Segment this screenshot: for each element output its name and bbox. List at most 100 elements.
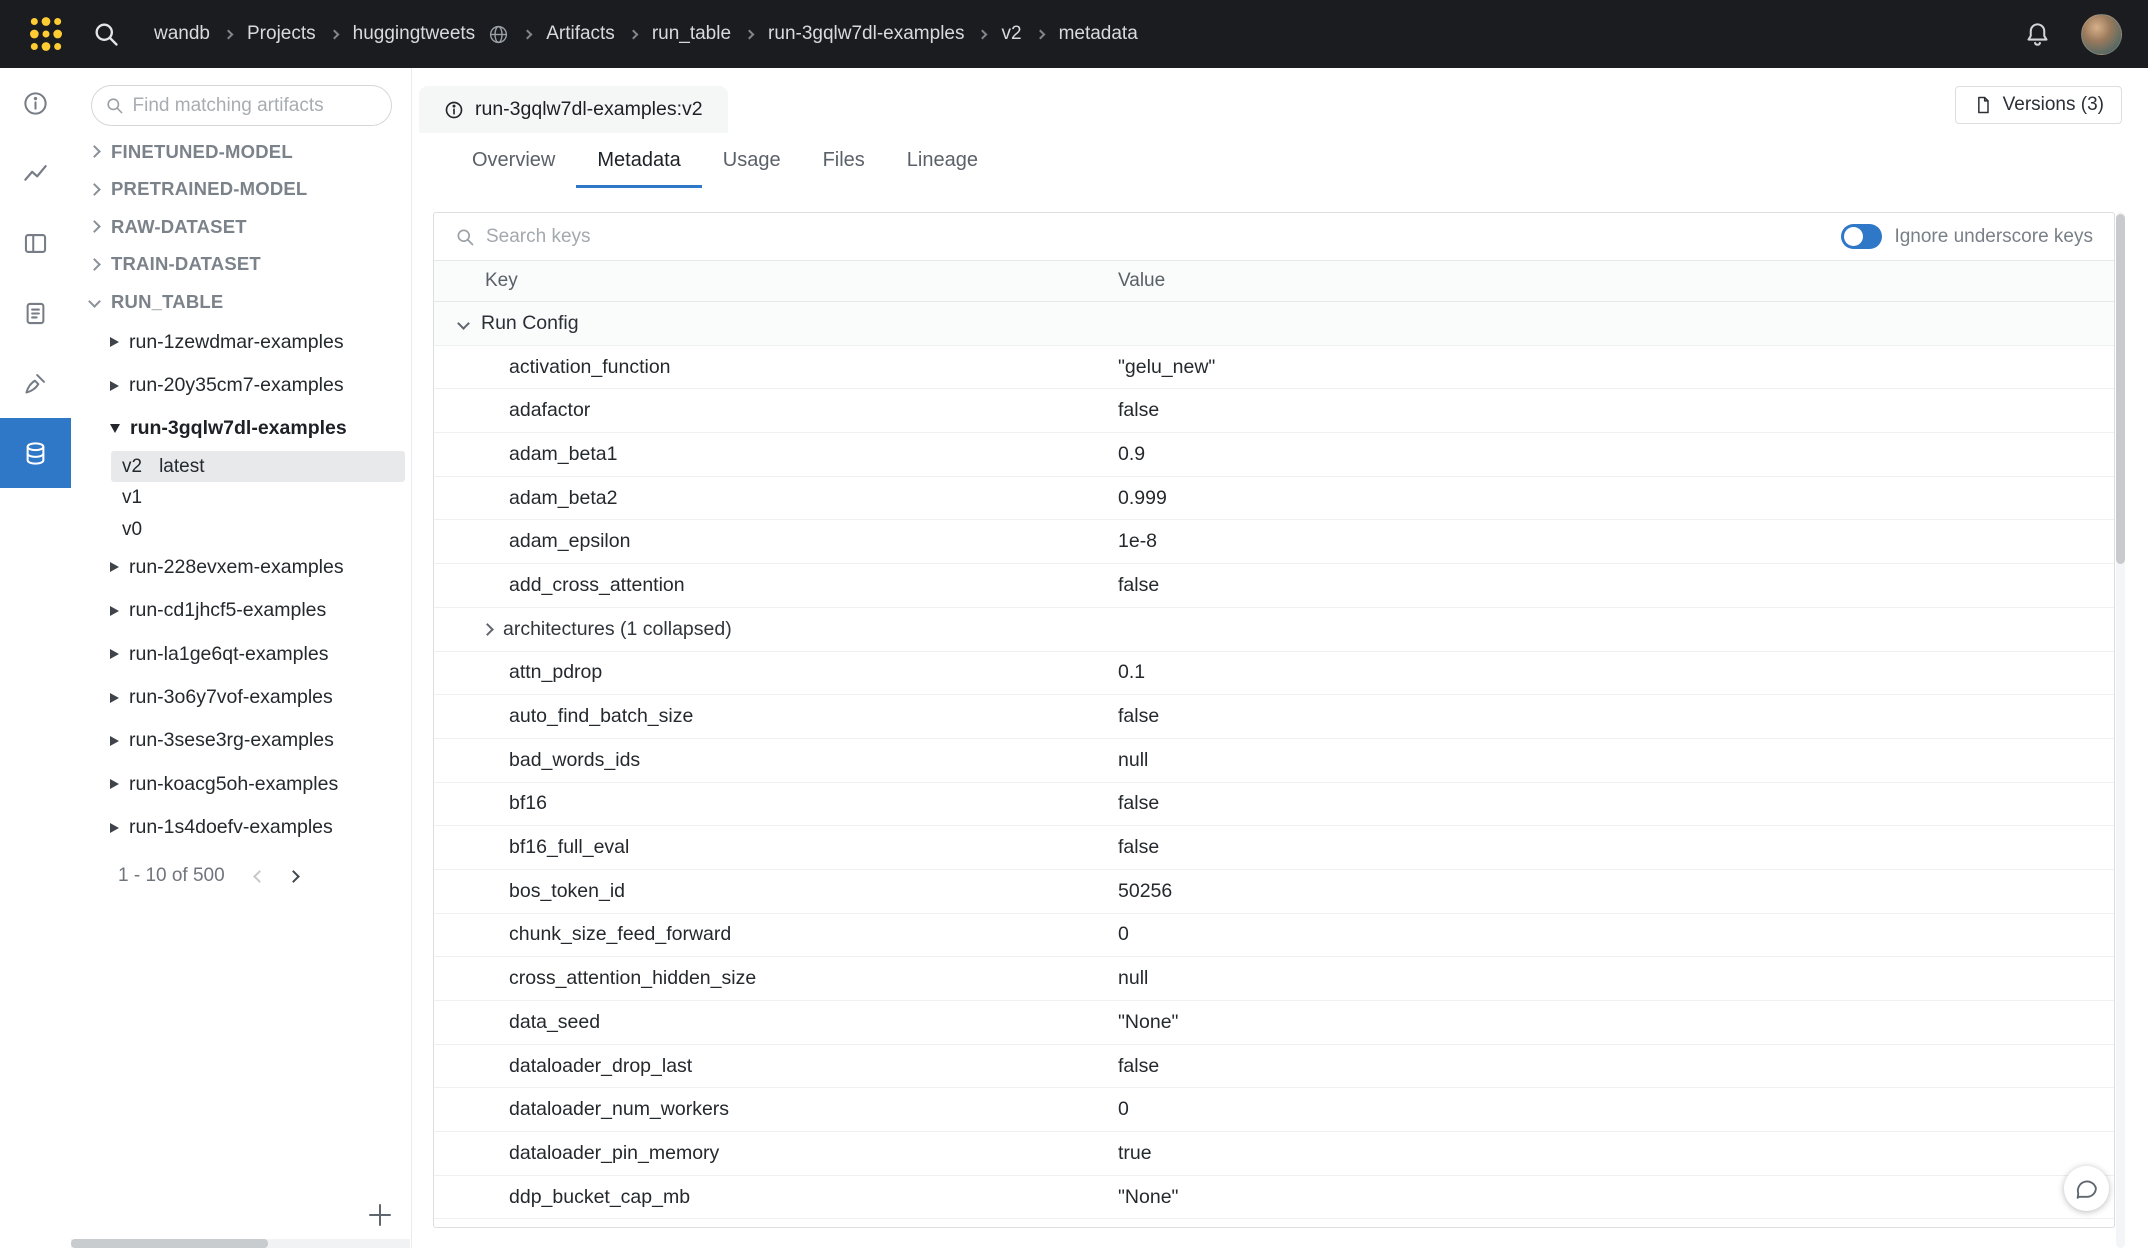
notifications-bell-icon[interactable]	[2024, 21, 2051, 48]
tree-group-run_table[interactable]: RUN_TABLE	[71, 283, 411, 321]
metadata-table-header: Key Value	[434, 260, 2114, 302]
key-cell: adafactor	[434, 399, 1118, 422]
tree-item-run[interactable]: run-228evxem-examples	[71, 546, 411, 589]
pagination-prev-icon[interactable]	[247, 863, 273, 889]
table-row[interactable]: bf16false	[434, 783, 2114, 827]
collapsed-key-cell: architectures (1 collapsed)	[434, 618, 1118, 641]
breadcrumb-item[interactable]: v2	[1001, 23, 1021, 45]
sweeps-icon	[22, 370, 49, 397]
breadcrumb-item[interactable]: run_table	[652, 23, 731, 45]
table-row[interactable]: bos_token_id50256	[434, 870, 2114, 914]
tree-item-run[interactable]: run-1s4doefv-examples	[71, 806, 411, 849]
breadcrumb-item[interactable]: Projects	[247, 23, 316, 45]
panels-icon	[22, 230, 49, 257]
table-row[interactable]: activation_function"gelu_new"	[434, 346, 2114, 390]
pagination-next-icon[interactable]	[281, 863, 307, 889]
breadcrumb-item[interactable]: run-3gqlw7dl-examples	[768, 23, 964, 45]
table-row[interactable]: data_seed"None"	[434, 1001, 2114, 1045]
wandb-logo[interactable]	[26, 14, 66, 54]
artifact-tab-title: run-3gqlw7dl-examples:v2	[475, 98, 703, 121]
vertical-scrollbar[interactable]	[2116, 212, 2125, 1248]
table-row[interactable]: bad_words_idsnull	[434, 739, 2114, 783]
help-chat-button[interactable]	[2064, 1166, 2109, 1211]
info-circle-icon	[444, 100, 464, 120]
tab-usage[interactable]: Usage	[702, 133, 802, 188]
tab-metadata[interactable]: Metadata	[576, 133, 701, 188]
rail-item-artifacts[interactable]	[0, 418, 71, 488]
table-row[interactable]: adam_epsilon1e-8	[434, 520, 2114, 564]
breadcrumb-item[interactable]: metadata	[1059, 23, 1138, 45]
tree-item-label: run-3gqlw7dl-examples	[130, 417, 347, 440]
artifact-version-tab[interactable]: run-3gqlw7dl-examples:v2	[419, 86, 728, 133]
sidebar-scrollbar-thumb[interactable]	[71, 1239, 268, 1248]
table-row[interactable]: chunk_size_feed_forward0	[434, 914, 2114, 958]
tree-item-run[interactable]: run-3sese3rg-examples	[71, 719, 411, 762]
tree-version-item[interactable]: v0	[71, 514, 411, 546]
table-collapsed-row[interactable]: architectures (1 collapsed)	[434, 608, 2114, 652]
ignore-underscore-toggle[interactable]	[1841, 224, 1882, 249]
user-avatar[interactable]	[2081, 14, 2122, 55]
tree-version-item[interactable]: v2latest	[111, 451, 405, 483]
artifact-tree: FINETUNED-MODELPRETRAINED-MODELRAW-DATAS…	[71, 133, 411, 849]
caret-down-icon	[110, 424, 120, 433]
rail-item-overview[interactable]	[0, 68, 71, 138]
chevron-right-icon[interactable]	[481, 623, 494, 636]
table-row[interactable]: dataloader_num_workers0	[434, 1088, 2114, 1132]
table-row[interactable]: dataloader_drop_lastfalse	[434, 1045, 2114, 1089]
tab-files[interactable]: Files	[802, 133, 886, 188]
tree-item-run[interactable]: run-cd1jhcf5-examples	[71, 589, 411, 632]
breadcrumb-separator-icon	[630, 31, 637, 38]
scrollbar-thumb[interactable]	[2116, 214, 2125, 564]
versions-button[interactable]: Versions (3)	[1955, 86, 2122, 124]
sidebar-horizontal-scrollbar[interactable]	[71, 1239, 410, 1248]
search-keys-input[interactable]	[486, 226, 966, 248]
tree-item-run[interactable]: run-20y35cm7-examples	[71, 364, 411, 407]
table-row[interactable]: attn_pdrop0.1	[434, 652, 2114, 696]
breadcrumb-item[interactable]: Artifacts	[546, 23, 615, 45]
tree-group-raw-dataset[interactable]: RAW-DATASET	[71, 208, 411, 246]
nav-search-icon[interactable]	[92, 20, 120, 48]
breadcrumb-item[interactable]: wandb	[154, 23, 210, 45]
tab-lineage[interactable]: Lineage	[886, 133, 999, 188]
rail-item-reports[interactable]	[0, 278, 71, 348]
table-section-row[interactable]: Run Config	[434, 302, 2114, 346]
breadcrumb-separator-icon	[225, 31, 232, 38]
tree-item-run[interactable]: run-3o6y7vof-examples	[71, 676, 411, 719]
key-cell: bf16_full_eval	[434, 836, 1118, 859]
tree-item-run[interactable]: run-la1ge6qt-examples	[71, 633, 411, 676]
underscore-toggle-group: Ignore underscore keys	[1841, 224, 2093, 249]
table-row[interactable]: cross_attention_hidden_sizenull	[434, 957, 2114, 1001]
tree-group-finetuned-model[interactable]: FINETUNED-MODEL	[71, 133, 411, 171]
key-cell: adam_beta2	[434, 487, 1118, 510]
rail-item-sweeps[interactable]	[0, 348, 71, 418]
tree-group-label: RUN_TABLE	[111, 291, 223, 313]
chevron-down-icon	[88, 295, 101, 308]
table-row[interactable]: ddp_bucket_cap_mb"None"	[434, 1176, 2114, 1220]
tree-item-run[interactable]: run-3gqlw7dl-examples	[71, 407, 411, 450]
tree-item-run[interactable]: run-koacg5oh-examples	[71, 763, 411, 806]
table-row[interactable]: adafactorfalse	[434, 389, 2114, 433]
table-row[interactable]: adam_beta10.9	[434, 433, 2114, 477]
rail-item-panels[interactable]	[0, 208, 71, 278]
table-row[interactable]: auto_find_batch_sizefalse	[434, 695, 2114, 739]
wandb-logo-dots	[26, 14, 66, 54]
value-cell: 0.999	[1118, 487, 2114, 510]
table-row[interactable]: bf16_full_evalfalse	[434, 826, 2114, 870]
navbar-right	[2024, 14, 2122, 55]
table-row[interactable]: dataloader_pin_memorytrue	[434, 1132, 2114, 1176]
table-row[interactable]: adam_beta20.999	[434, 477, 2114, 521]
tree-group-pretrained-model[interactable]: PRETRAINED-MODEL	[71, 171, 411, 209]
artifact-search-box[interactable]	[91, 85, 392, 126]
tree-item-run[interactable]: run-1zewdmar-examples	[71, 321, 411, 364]
tree-item-label: run-koacg5oh-examples	[129, 773, 338, 796]
tree-item-label: run-228evxem-examples	[129, 556, 344, 579]
tree-group-train-dataset[interactable]: TRAIN-DATASET	[71, 246, 411, 284]
table-row[interactable]: add_cross_attentionfalse	[434, 564, 2114, 608]
rail-item-workspace[interactable]	[0, 138, 71, 208]
breadcrumb-item[interactable]: huggingtweets	[353, 23, 476, 45]
add-artifact-plus-icon[interactable]	[365, 1200, 395, 1230]
breadcrumb-separator-icon	[1037, 31, 1044, 38]
artifact-search-input[interactable]	[133, 95, 378, 117]
tab-overview[interactable]: Overview	[451, 133, 576, 188]
tree-version-item[interactable]: v1	[71, 482, 411, 514]
